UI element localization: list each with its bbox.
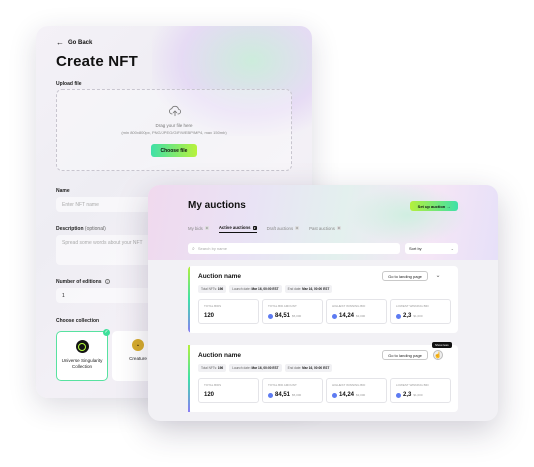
set-up-auction-button[interactable]: Set up auction → [410, 201, 458, 211]
tab-count: 0 [204, 226, 209, 230]
info-icon[interactable]: i [104, 279, 110, 285]
auction-name: Auction name [198, 273, 241, 280]
pointer-cursor-icon[interactable]: ☝ [433, 350, 443, 360]
tab-my-bids[interactable]: My bids 0 [188, 225, 209, 233]
upload-formats: (min 800x800px, PNG/JPEG/GIF/WEBP/MP4, m… [121, 130, 227, 135]
stat-highest-winning-bid: HIGHEST WINNING BID 14,24 $3,000 [326, 378, 387, 403]
choose-file-button[interactable]: Choose file [151, 144, 197, 157]
collection-avatar [75, 340, 89, 353]
expand-icon[interactable]: ⌄ [433, 271, 443, 281]
editions-label: Number of editions i [56, 279, 110, 285]
stat-highest-winning-bid: HIGHEST WINNING BID 14,24 $3,000 [326, 299, 387, 324]
my-auctions-panel: My auctions Set up auction → My bids 0 A… [148, 185, 498, 421]
upload-cloud-icon [169, 105, 181, 117]
chevron-down-icon: ⌄ [450, 246, 454, 251]
end-date-pill: End date: Mar 16, 00:00 EST [284, 285, 333, 293]
description-label-text: Description [56, 226, 84, 232]
page-title: Create NFT [56, 53, 139, 70]
tab-count: 2 [252, 225, 257, 230]
launch-date-pill: Launch date: Mar 16, 00:00 EST [229, 285, 282, 293]
stat-lowest-winning-bid: LOWEST WINNING BID 2,3 $1,000 [390, 378, 451, 403]
auction-card: Auction name Total NFTs: 196 Launch date… [188, 266, 458, 333]
eth-icon [268, 313, 273, 319]
eth-icon [396, 392, 401, 398]
upload-dropzone[interactable]: Drag your file here (min 800x800px, PNG/… [56, 89, 292, 171]
auction-meta: Total NFTs: 196 Launch date: Mar 16, 00:… [198, 285, 333, 293]
eth-icon [396, 313, 401, 319]
collection-label: Choose collection [56, 318, 100, 324]
check-icon: ✓ [103, 329, 110, 336]
launch-date-pill: Launch date: Mar 16, 00:00 EST [229, 364, 282, 372]
description-optional: (optional) [84, 226, 106, 232]
sort-select[interactable]: Sort by ⌄ [405, 243, 458, 254]
search-placeholder: Search by name [197, 246, 227, 251]
tooltip: Show less [432, 342, 452, 348]
collection-avatar: ▲ [132, 339, 144, 351]
auction-name: Auction name [198, 352, 241, 359]
tab-active-auctions[interactable]: Active auctions 2 [218, 225, 257, 233]
tab-label: My bids [188, 225, 203, 231]
go-back-label: Go Back [68, 40, 93, 46]
arrow-left-icon: ← [56, 38, 64, 47]
collection-name: Universe Singularity Collection [61, 358, 103, 369]
card-accent-bar [188, 345, 190, 412]
tab-draft-auctions[interactable]: Draft auctions 0 [267, 225, 300, 233]
stat-total-bids: TOTAL BIDS 120 [198, 378, 259, 403]
auction-meta: Total NFTs: 196 Launch date: Mar 16, 00:… [198, 364, 333, 372]
stat-total-bid-amount: TOTAL BID AMOUNT 84,51 $5,000 [262, 378, 323, 403]
tab-label: Draft auctions [266, 225, 294, 231]
tab-label: Active auctions [218, 225, 251, 230]
collection-card-universe[interactable]: ✓ Universe Singularity Collection [56, 329, 110, 381]
tab-count: 0 [295, 226, 300, 230]
end-date-pill: End date: Mar 16, 00:00 EST [284, 364, 333, 372]
name-label: Name [56, 188, 70, 194]
auction-card: Auction name Total NFTs: 196 Launch date… [188, 342, 458, 412]
go-to-landing-page-button[interactable]: Go to landing page [382, 350, 428, 360]
auction-tabs: My bids 0 Active auctions 2 Draft auctio… [188, 225, 341, 233]
total-nfts-pill: Total NFTs: 196 [198, 285, 227, 293]
stat-lowest-winning-bid: LOWEST WINNING BID 2,3 $1,000 [390, 299, 451, 324]
upload-hint: Drag your file here [155, 123, 193, 128]
sort-label: Sort by [409, 246, 422, 251]
search-icon: ⌕ [192, 245, 195, 252]
go-to-landing-page-button[interactable]: Go to landing page [382, 271, 428, 281]
stat-total-bid-amount: TOTAL BID AMOUNT 84,51 $5,000 [262, 299, 323, 324]
tab-label: Past auctions [309, 225, 335, 231]
editions-label-text: Number of editions [56, 279, 102, 285]
total-nfts-pill: Total NFTs: 196 [198, 364, 227, 372]
collection-name: Creature [129, 356, 147, 361]
auctions-title: My auctions [188, 200, 246, 211]
eth-icon [332, 392, 337, 398]
go-back-link[interactable]: ← Go Back [56, 38, 93, 47]
card-accent-bar [188, 266, 190, 333]
auction-stats: TOTAL BIDS 120 TOTAL BID AMOUNT 84,51 $5,… [198, 378, 451, 403]
eth-icon [332, 313, 337, 319]
upload-file-label: Upload file [56, 81, 82, 87]
description-label: Description (optional) [56, 226, 106, 232]
search-input[interactable]: ⌕ Search by name [188, 243, 400, 254]
tab-past-auctions[interactable]: Past auctions 0 [309, 225, 341, 233]
eth-icon [268, 392, 273, 398]
stat-total-bids: TOTAL BIDS 120 [198, 299, 259, 324]
tab-count: 0 [336, 226, 341, 230]
auction-stats: TOTAL BIDS 120 TOTAL BID AMOUNT 84,51 $5,… [198, 299, 451, 324]
